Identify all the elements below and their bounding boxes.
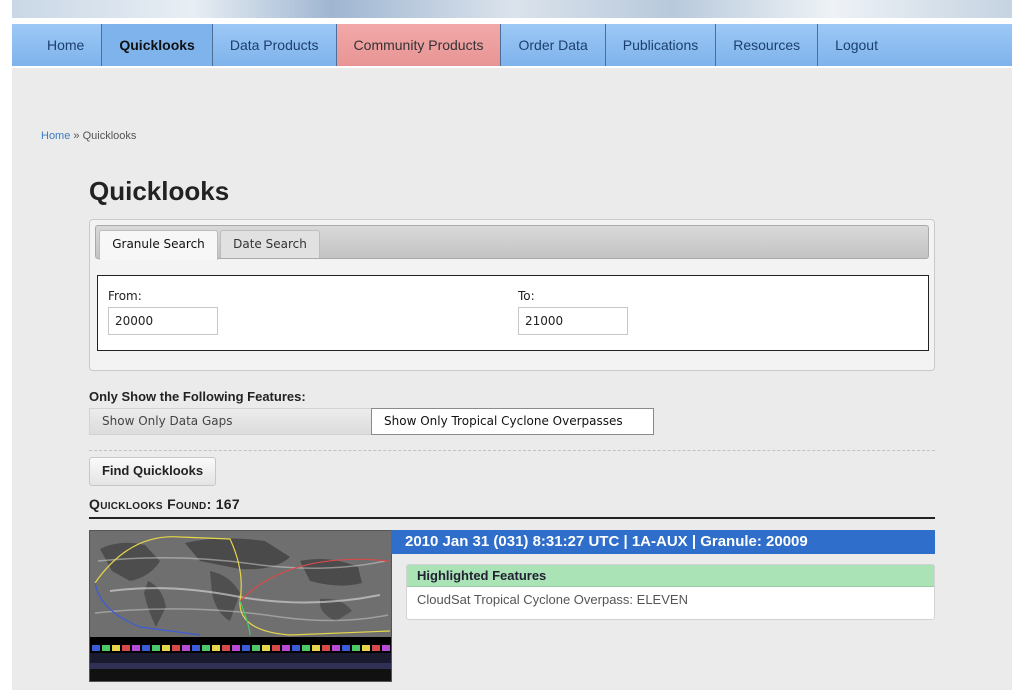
toggle-data-gaps[interactable]: Show Only Data Gaps (89, 408, 372, 435)
nav-logout[interactable]: Logout (818, 24, 895, 66)
nav-order-data[interactable]: Order Data (501, 24, 606, 66)
page-title: Quicklooks (89, 176, 230, 206)
nav-home[interactable]: Home (12, 24, 103, 66)
quicklook-thumbnail[interactable] (89, 530, 392, 682)
search-panel: Granule Search Date Search From: To: (89, 219, 935, 371)
results-count-heading: Quicklooks Found: 167 (89, 496, 935, 519)
nav-community-products[interactable]: Community Products (336, 24, 502, 66)
toggle-tropical-cyclone-overpasses[interactable]: Show Only Tropical Cyclone Overpasses (371, 408, 654, 435)
breadcrumb-home-link[interactable]: Home (41, 130, 70, 142)
highlighted-feature-item: CloudSat Tropical Cyclone Overpass: ELEV… (417, 592, 688, 607)
to-input[interactable] (518, 307, 628, 335)
header-banner (12, 0, 1012, 18)
to-label: To: (518, 289, 535, 303)
search-tabbar: Granule Search Date Search (95, 225, 929, 260)
highlighted-features-title: Highlighted Features (407, 565, 934, 587)
features-filter-label: Only Show the Following Features: (89, 389, 306, 404)
quicklook-header-link[interactable]: 2010 Jan 31 (031) 8:31:27 UTC | 1A-AUX |… (391, 530, 935, 554)
from-label: From: (108, 289, 142, 303)
nav-quicklooks[interactable]: Quicklooks (102, 24, 213, 66)
nav-data-products[interactable]: Data Products (213, 24, 337, 66)
find-quicklooks-button[interactable]: Find Quicklooks (89, 457, 216, 486)
breadcrumb: Home » Quicklooks (41, 130, 136, 142)
nav-resources[interactable]: Resources (716, 24, 819, 66)
breadcrumb-current: Quicklooks (82, 130, 137, 142)
section-divider (89, 450, 935, 451)
highlighted-features-box: Highlighted Features CloudSat Tropical C… (406, 564, 935, 620)
from-input[interactable] (108, 307, 218, 335)
world-map-image (90, 531, 391, 681)
nav-publications[interactable]: Publications (606, 24, 717, 66)
breadcrumb-separator: » (73, 130, 80, 142)
granule-search-form: From: To: (97, 275, 929, 351)
page-right-margin (1012, 0, 1035, 690)
tab-date-search[interactable]: Date Search (220, 230, 320, 258)
tab-granule-search[interactable]: Granule Search (99, 230, 218, 260)
main-nav: Home Quicklooks Data Products Community … (12, 24, 1012, 68)
page-container: Home Quicklooks Data Products Community … (12, 18, 1012, 690)
